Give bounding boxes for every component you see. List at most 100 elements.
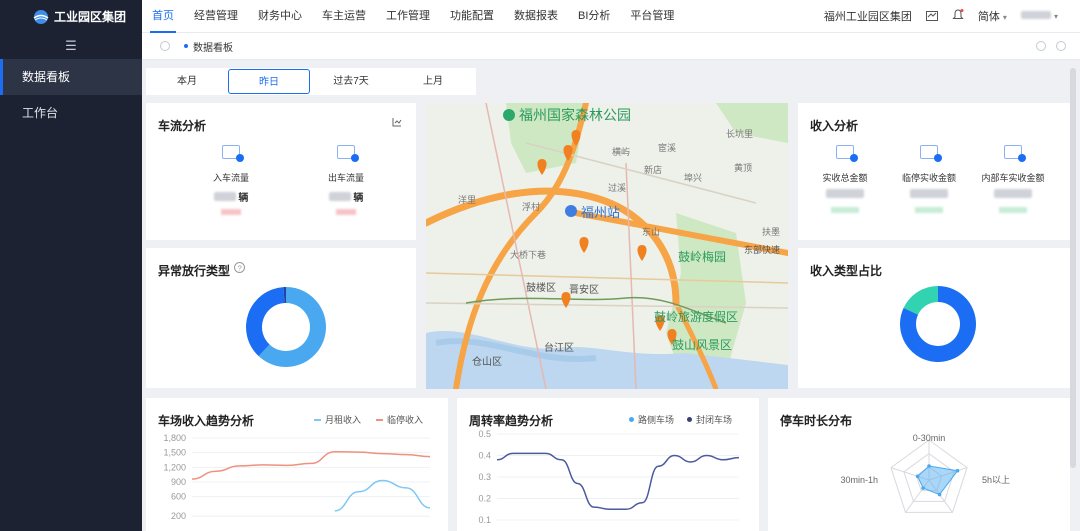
message-icon[interactable] [925, 11, 938, 21]
radar-point [927, 464, 931, 468]
map-poi-label: 福州国家森林公园 [519, 107, 631, 123]
turnover-line-chart: 0.1 0.2 0.3 0.4 0.5 [478, 429, 740, 525]
series-line [496, 452, 740, 510]
legend-roadside: 路侧车场 [629, 413, 674, 426]
radar-label: 30min-1h [840, 475, 878, 485]
map-card[interactable]: 福州国家森林公园 福州站 鼓岭梅园 鼓岭旅游度假区 鼓山风景区 东部快速 鼓楼区 晋安区 台江区… [426, 103, 788, 389]
sidebar: 工业园区集团 ☰ 数据看板 工作台 [0, 0, 142, 531]
nav-work-mgmt[interactable]: 工作管理 [376, 0, 440, 33]
outbound-change [336, 209, 356, 215]
nav-reports[interactable]: 数据报表 [504, 0, 568, 33]
range-yesterday[interactable]: 昨日 [228, 69, 310, 94]
radar-point [921, 486, 925, 490]
logo: 工业园区集团 [0, 0, 142, 33]
legend-swatch [629, 417, 634, 422]
org-switcher[interactable]: 福州工业园区集团 [824, 8, 912, 24]
language-switcher[interactable]: 简体 ▾ [978, 8, 1007, 24]
tab-scroll-left-icon[interactable] [160, 41, 170, 51]
nav-bi[interactable]: BI分析 [568, 0, 620, 33]
range-last-7-days[interactable]: 过去7天 [310, 69, 392, 94]
map-poi-label: 福州站 [581, 205, 620, 220]
map-place-label: 东山 [642, 226, 660, 237]
income-total-stat: 实收总金额 [800, 145, 890, 213]
sidebar-item-dashboard[interactable]: 数据看板 [0, 59, 142, 95]
range-last-month[interactable]: 上月 [392, 69, 474, 94]
total-income-icon [836, 145, 858, 162]
top-nav-bar: 首页 经营管理 财务中心 车主运营 工作管理 功能配置 数据报表 BI分析 平台… [142, 0, 1080, 33]
legend-monthly: 月租收入 [314, 413, 361, 426]
income-type-donut-chart [900, 286, 976, 362]
legend-label: 月租收入 [325, 415, 362, 425]
income-card: 收入分析 实收总金额 临停实收金额 内部车实收金额 [798, 103, 1070, 240]
map-place-label: 埠兴 [684, 172, 702, 183]
collapse-menu-icon[interactable]: ☰ [0, 33, 142, 59]
range-this-month[interactable]: 本月 [146, 69, 228, 94]
card-title: 周转率趋势分析 [469, 414, 554, 428]
page-scrollbar[interactable] [1070, 68, 1076, 468]
income-internal-stat: 内部车实收金额 [968, 145, 1058, 213]
duration-radar-chart: 0-30min 30min-1h 5h以上 [840, 433, 1010, 513]
nav-home[interactable]: 首页 [142, 0, 184, 33]
sidebar-item-workbench[interactable]: 工作台 [0, 95, 142, 131]
logo-icon [33, 9, 49, 24]
map-place-label: 浮村 [522, 201, 540, 212]
active-dot [184, 44, 188, 48]
income-total-value [800, 189, 890, 201]
y-tick-label: 1,500 [163, 448, 186, 458]
svg-text:?: ? [238, 263, 242, 272]
inbound-label: 入车流量 [212, 173, 249, 183]
masked-value [213, 192, 236, 201]
income-type-card: 收入类型占比 [798, 248, 1070, 388]
y-tick-label: 1,200 [163, 462, 186, 472]
internal-income-icon [1004, 145, 1026, 162]
city-map[interactable]: 福州国家森林公园福州站鼓岭梅园鼓岭旅游度假区鼓山风景区 东部快速鼓楼区 晋安区台江区… [426, 103, 788, 389]
masked-value [910, 189, 948, 198]
user-menu[interactable]: ▾ [1020, 10, 1058, 22]
map-place-label: 长坑里 [726, 128, 753, 139]
nav-operations[interactable]: 经营管理 [184, 0, 248, 33]
legend-swatch [314, 418, 321, 421]
chevron-down-icon: ▾ [1053, 12, 1058, 21]
language-label: 简体 [977, 11, 1000, 23]
nav-finance[interactable]: 财务中心 [248, 0, 312, 33]
chart-toggle-icon[interactable] [392, 117, 402, 127]
tab-dashboard[interactable]: 数据看板 [184, 39, 233, 54]
masked-value [328, 192, 351, 201]
radar-point [955, 468, 960, 473]
nav-config[interactable]: 功能配置 [440, 0, 504, 33]
card-title: 车流分析 [158, 119, 207, 133]
income-internal-change [999, 207, 1027, 213]
legend-closed: 封闭车场 [687, 413, 732, 426]
map-district-label: 鼓楼区 [526, 281, 556, 294]
bell-icon[interactable] [952, 8, 964, 24]
y-tick-label: 200 [171, 511, 186, 521]
income-internal-value [968, 189, 1058, 201]
tab-refresh-icon[interactable] [1036, 41, 1046, 51]
donut-slice [246, 287, 285, 357]
map-place-label: 扶墨 [762, 226, 780, 237]
income-temp-label: 临停实收金额 [901, 173, 956, 183]
y-tick-label: 600 [171, 492, 186, 502]
y-tick-label: 0.1 [478, 515, 491, 525]
help-icon[interactable]: ? [234, 262, 245, 273]
income-total-label: 实收总金额 [822, 173, 868, 183]
avatar [1020, 11, 1051, 19]
radar-label: 0-30min [913, 433, 946, 443]
income-total-change [831, 207, 859, 213]
legend-swatch [376, 418, 383, 421]
radar-point [915, 474, 920, 479]
nav-owner-ops[interactable]: 车主运营 [312, 0, 376, 33]
card-title: 异常放行类型 [158, 264, 231, 278]
nav-platform[interactable]: 平台管理 [620, 0, 684, 33]
outbound-value: 辆 [301, 189, 391, 204]
tab-close-icon[interactable] [1056, 41, 1066, 51]
card-title: 收入分析 [810, 119, 859, 133]
y-tick-label: 1,800 [163, 433, 186, 443]
revenue-line-chart: 200 600 900 1,200 1,500 1,800 [163, 433, 431, 521]
main-nav: 首页 经营管理 财务中心 车主运营 工作管理 功能配置 数据报表 BI分析 平台… [142, 0, 684, 33]
series-line [191, 450, 431, 480]
y-tick-label: 0.5 [478, 429, 491, 439]
station-pin-icon [565, 205, 577, 217]
map-poi-label: 鼓山风景区 [672, 338, 732, 352]
map-place-label: 洋里 [458, 194, 476, 205]
